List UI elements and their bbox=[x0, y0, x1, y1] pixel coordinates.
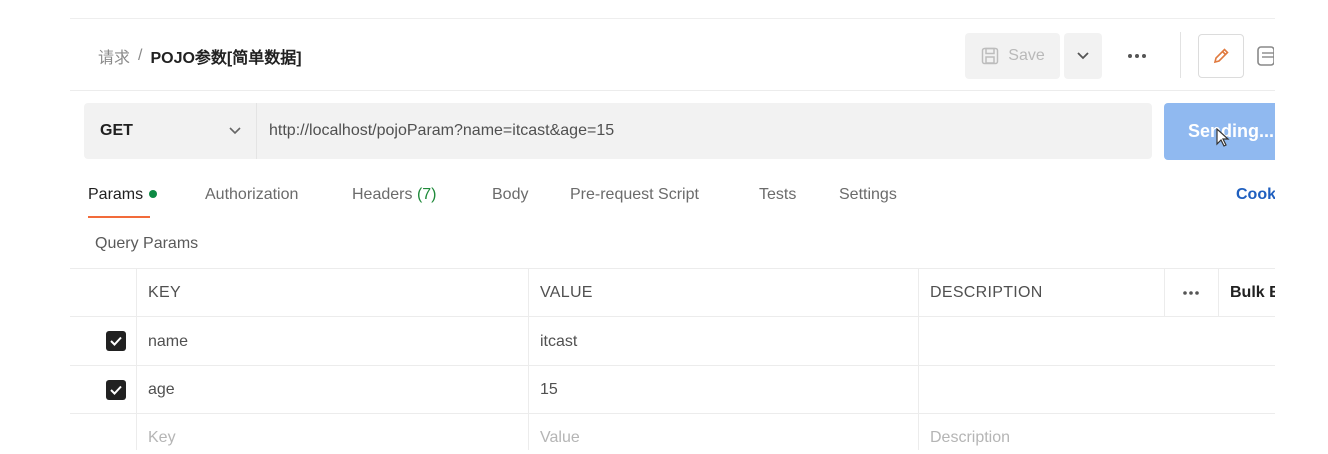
tab-label: Body bbox=[492, 186, 529, 203]
table-row: age 15 bbox=[70, 365, 1275, 414]
tab-label: Authorization bbox=[205, 186, 299, 203]
row-checkbox[interactable] bbox=[106, 331, 126, 351]
cookies-link[interactable]: Cookies bbox=[1236, 186, 1275, 204]
document-icon bbox=[1256, 45, 1274, 67]
check-icon bbox=[109, 335, 123, 347]
top-border bbox=[70, 18, 1275, 19]
save-icon bbox=[980, 46, 1000, 66]
documentation-button[interactable] bbox=[1256, 40, 1275, 72]
column-divider bbox=[528, 268, 529, 450]
more-icon bbox=[1127, 53, 1147, 59]
header-divider bbox=[1180, 32, 1181, 78]
url-text: http://localhost/pojoParam?name=itcast&a… bbox=[269, 122, 615, 139]
new-description-input[interactable]: Description bbox=[918, 414, 1275, 450]
send-label: Sending... bbox=[1188, 121, 1275, 141]
save-button[interactable]: Save bbox=[965, 33, 1060, 79]
tab-settings[interactable]: Settings bbox=[839, 186, 897, 204]
breadcrumb: 请求 / POJO参数[简单数据] bbox=[98, 44, 302, 68]
bulk-edit-button[interactable]: Bulk Edit bbox=[1218, 269, 1275, 317]
param-key-cell[interactable]: name bbox=[136, 317, 528, 366]
tab-label: Params bbox=[88, 186, 144, 203]
param-value-cell[interactable]: itcast bbox=[528, 317, 918, 366]
save-options-button[interactable] bbox=[1064, 33, 1102, 79]
column-divider bbox=[1218, 268, 1219, 316]
more-actions-button[interactable] bbox=[1122, 42, 1152, 70]
column-divider bbox=[1164, 268, 1165, 316]
cursor-icon bbox=[1216, 127, 1230, 148]
tab-body[interactable]: Body bbox=[492, 186, 528, 204]
method-select[interactable]: GET bbox=[84, 103, 256, 159]
new-value-input[interactable]: Value bbox=[528, 414, 918, 450]
chevron-down-icon bbox=[228, 126, 242, 136]
more-icon bbox=[1182, 290, 1200, 296]
table-header-row: KEY VALUE DESCRIPTION Bulk Edit bbox=[70, 268, 1275, 317]
table-row: name itcast bbox=[70, 316, 1275, 366]
request-panel: 请求 / POJO参数[简单数据] Save GET http://localh… bbox=[70, 18, 1275, 450]
column-options-button[interactable] bbox=[1164, 269, 1218, 317]
method-label: GET bbox=[100, 122, 133, 139]
edit-button[interactable] bbox=[1198, 34, 1244, 78]
param-description-cell[interactable] bbox=[918, 317, 1275, 366]
tab-label: Headers bbox=[352, 186, 413, 203]
param-value-cell[interactable]: 15 bbox=[528, 366, 918, 414]
row-checkbox[interactable] bbox=[106, 380, 126, 400]
table-row-new: Key Value Description bbox=[70, 413, 1275, 450]
param-description-cell[interactable] bbox=[918, 366, 1275, 414]
pencil-icon bbox=[1211, 46, 1231, 66]
tab-label: Tests bbox=[759, 186, 797, 203]
tab-pre-request-script[interactable]: Pre-request Script bbox=[570, 186, 699, 204]
tab-params[interactable]: Params bbox=[88, 186, 158, 218]
check-icon bbox=[109, 384, 123, 396]
active-tab-indicator bbox=[88, 216, 150, 218]
breadcrumb-parent[interactable]: 请求 bbox=[98, 44, 130, 68]
save-label: Save bbox=[1008, 47, 1045, 64]
column-divider bbox=[918, 268, 919, 450]
column-header-value: VALUE bbox=[540, 284, 593, 301]
column-divider bbox=[136, 268, 137, 450]
tab-headers[interactable]: Headers (7) bbox=[352, 186, 437, 204]
tab-tests[interactable]: Tests bbox=[759, 186, 796, 204]
request-title[interactable]: POJO参数[简单数据] bbox=[150, 44, 301, 68]
headers-count: (7) bbox=[416, 186, 437, 203]
new-key-input[interactable]: Key bbox=[136, 414, 528, 450]
column-header-key: KEY bbox=[148, 284, 181, 301]
breadcrumb-separator: / bbox=[138, 47, 143, 64]
params-active-dot bbox=[149, 189, 158, 198]
tab-authorization[interactable]: Authorization bbox=[205, 186, 298, 204]
query-params-title: Query Params bbox=[95, 235, 199, 252]
tab-label: Settings bbox=[839, 186, 897, 203]
url-input[interactable]: http://localhost/pojoParam?name=itcast&a… bbox=[256, 103, 1152, 159]
header-separator bbox=[70, 90, 1275, 91]
chevron-down-icon bbox=[1076, 51, 1090, 61]
column-header-description: DESCRIPTION bbox=[930, 284, 1043, 301]
tab-label: Pre-request Script bbox=[570, 186, 699, 203]
param-key-cell[interactable]: age bbox=[136, 366, 528, 414]
